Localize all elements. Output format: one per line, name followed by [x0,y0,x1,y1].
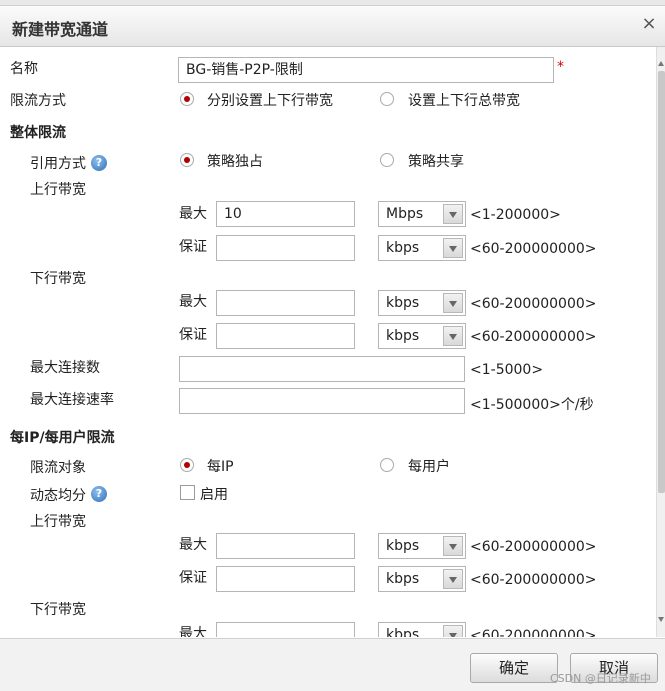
down2-bandwidth-label: 下行带宽 [30,602,86,618]
down2-max-range-hint: <60-200000000> [470,628,597,637]
down2-max-input[interactable] [216,622,355,637]
watermark: CSDN @日记录新中 [550,672,651,685]
down-guarantee-unit-value: kbps [386,328,420,344]
up2-guarantee-unit-value: kbps [386,571,420,587]
up-max-unit-value: Mbps [386,206,424,222]
down2-max-unit-select[interactable]: kbps [378,622,466,637]
down-guarantee-range-hint: <60-200000000> [470,329,597,345]
section-overall-limit: 整体限流 [10,125,66,141]
chevron-down-icon [443,536,463,556]
ok-button[interactable]: 确定 [470,653,558,683]
up-guarantee-unit-select[interactable]: kbps [378,235,466,261]
up-guarantee-range-hint: <60-200000000> [470,241,597,257]
max-conn-rate-label: 最大连接速率 [30,392,114,408]
down-max-input[interactable] [216,290,355,316]
up2-max-unit-select[interactable]: kbps [378,533,466,559]
up2-guarantee-unit-select[interactable]: kbps [378,566,466,592]
radio-per-ip-label: 每IP [207,459,234,475]
scrollbar-thumb[interactable] [658,71,665,493]
up-guarantee-label: 保证 [179,239,207,255]
ref-mode-label: 引用方式 [30,156,86,172]
name-label: 名称 [10,61,38,77]
down2-max-unit-value: kbps [386,627,420,637]
limit-mode-label: 限流方式 [10,93,66,109]
up-max-unit-select[interactable]: Mbps [378,201,466,227]
up2-bandwidth-label: 上行带宽 [30,514,86,530]
chevron-down-icon [443,293,463,313]
max-conn-rate-hint: <1-500000>个/秒 [470,397,594,413]
max-connections-input[interactable] [179,356,465,382]
down2-max-label: 最大 [179,626,207,637]
up2-max-label: 最大 [179,537,207,553]
chevron-down-icon [443,326,463,346]
up-bandwidth-label: 上行带宽 [30,182,86,198]
chevron-down-icon [443,238,463,258]
dialog: 新建带宽通道 × 名称 BG-销售-P2P-限制 * 限流方式 分别设置上下行带… [0,0,665,691]
vertical-scrollbar[interactable] [656,47,665,637]
up2-max-input[interactable] [216,533,355,559]
section-per-ip-user: 每IP/每用户限流 [10,430,115,446]
close-icon[interactable]: × [639,14,659,34]
dynamic-share-label: 动态均分 [30,488,86,504]
up2-guarantee-range-hint: <60-200000000> [470,572,597,588]
chevron-down-icon [443,569,463,589]
up2-max-unit-value: kbps [386,538,420,554]
max-conn-rate-input[interactable] [179,388,465,414]
max-connections-hint: <1-5000> [470,362,544,378]
help-icon[interactable]: ? [91,486,107,502]
up2-guarantee-label: 保证 [179,570,207,586]
chevron-down-icon [443,625,463,637]
name-input[interactable]: BG-销售-P2P-限制 [178,57,554,83]
dialog-titlebar: 新建带宽通道 × [0,6,665,47]
chevron-down-icon [443,204,463,224]
required-mark: * [557,59,564,75]
down-guarantee-unit-select[interactable]: kbps [378,323,466,349]
up2-guarantee-input[interactable] [216,566,355,592]
radio-per-user[interactable] [380,458,394,472]
radio-per-ip[interactable] [180,458,194,472]
radio-per-user-label: 每用户 [408,459,450,475]
form-content: 名称 BG-销售-P2P-限制 * 限流方式 分别设置上下行带宽 设置上下行总带… [0,47,656,637]
up-guarantee-unit-value: kbps [386,240,420,256]
down-max-range-hint: <60-200000000> [470,296,597,312]
radio-policy-exclusive[interactable] [180,153,194,167]
radio-total-bandwidth-label: 设置上下行总带宽 [408,93,520,109]
help-icon[interactable]: ? [91,155,107,171]
up-max-label: 最大 [179,206,207,222]
limit-target-label: 限流对象 [30,460,86,476]
radio-separate-updown[interactable] [180,92,194,106]
up-max-range-hint: <1-200000> [470,207,561,223]
radio-policy-shared-label: 策略共享 [408,154,464,170]
scroll-down-icon[interactable] [658,617,664,622]
enable-checkbox[interactable] [180,485,195,500]
radio-policy-shared[interactable] [380,153,394,167]
radio-policy-exclusive-label: 策略独占 [207,154,263,170]
dialog-title: 新建带宽通道 [12,20,109,39]
up-max-input[interactable]: 10 [216,201,355,227]
up-guarantee-input[interactable] [216,235,355,261]
down-max-unit-select[interactable]: kbps [378,290,466,316]
up2-max-range-hint: <60-200000000> [470,539,597,555]
down-bandwidth-label: 下行带宽 [30,271,86,287]
radio-separate-updown-label: 分别设置上下行带宽 [207,93,333,109]
down-max-unit-value: kbps [386,295,420,311]
radio-total-bandwidth[interactable] [380,92,394,106]
scroll-up-icon[interactable] [658,61,664,66]
down-guarantee-label: 保证 [179,327,207,343]
down-max-label: 最大 [179,294,207,310]
max-connections-label: 最大连接数 [30,360,100,376]
enable-checkbox-label: 启用 [200,487,228,503]
down-guarantee-input[interactable] [216,323,355,349]
